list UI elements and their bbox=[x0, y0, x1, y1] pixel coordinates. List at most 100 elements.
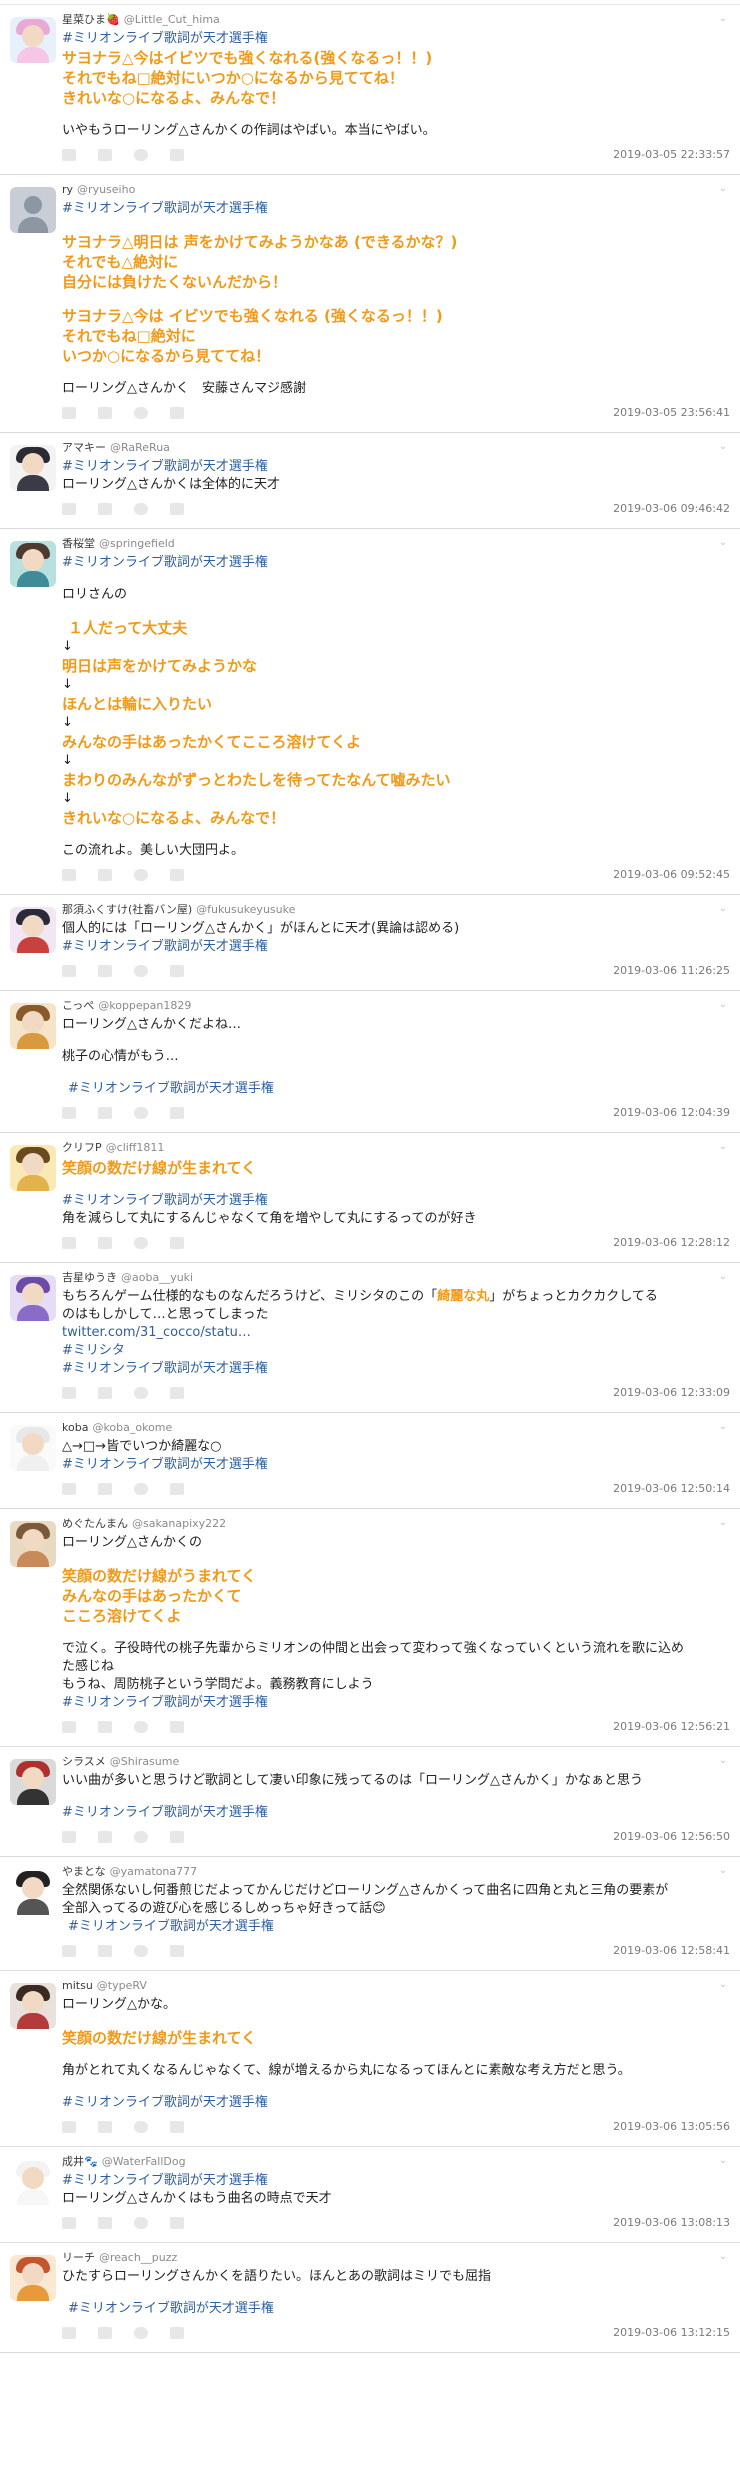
more-icon[interactable] bbox=[170, 503, 184, 515]
retweet-icon[interactable] bbox=[98, 1483, 112, 1495]
more-icon[interactable] bbox=[170, 149, 184, 161]
reply-icon[interactable] bbox=[62, 1237, 76, 1249]
user-handle[interactable]: @yamatona777 bbox=[110, 1865, 197, 1878]
chevron-down-icon[interactable]: ⌄ bbox=[716, 1755, 730, 1767]
chevron-down-icon[interactable]: ⌄ bbox=[716, 2155, 730, 2167]
user-handle[interactable]: @RaReRua bbox=[110, 441, 170, 454]
user-name[interactable]: 那須ふくすけ(社畜バン屋) bbox=[62, 903, 192, 916]
user-name[interactable]: クリフP bbox=[62, 1141, 102, 1154]
user-name[interactable]: リーチ bbox=[62, 2251, 95, 2264]
avatar[interactable] bbox=[10, 1869, 56, 1915]
user-name[interactable]: めぐたんまん bbox=[62, 1517, 128, 1530]
avatar[interactable] bbox=[10, 1983, 56, 2029]
user-handle[interactable]: @koppepan1829 bbox=[98, 999, 191, 1012]
timestamp[interactable]: 2019-03-06 12:56:21 bbox=[613, 1720, 730, 1734]
heart-icon[interactable] bbox=[134, 1387, 148, 1399]
user-handle[interactable]: @koba_okome bbox=[92, 1421, 172, 1434]
hashtag-link[interactable]: #ミリオンライブ歌詞が天才選手権 bbox=[62, 1694, 712, 1712]
avatar[interactable] bbox=[10, 1275, 56, 1321]
avatar[interactable] bbox=[10, 1425, 56, 1471]
chevron-down-icon[interactable]: ⌄ bbox=[716, 183, 730, 195]
chevron-down-icon[interactable]: ⌄ bbox=[716, 537, 730, 549]
heart-icon[interactable] bbox=[134, 149, 148, 161]
reply-icon[interactable] bbox=[62, 965, 76, 977]
hashtag-link[interactable]: #ミリオンライブ歌詞が天才選手権 bbox=[62, 554, 712, 572]
heart-icon[interactable] bbox=[134, 1831, 148, 1843]
user-name[interactable]: 吉星ゆうき bbox=[62, 1271, 117, 1284]
retweet-icon[interactable] bbox=[98, 503, 112, 515]
chevron-down-icon[interactable]: ⌄ bbox=[716, 1979, 730, 1991]
hashtag-link[interactable]: #ミリオンライブ歌詞が天才選手権 bbox=[62, 1080, 712, 1098]
timestamp[interactable]: 2019-03-06 13:12:15 bbox=[613, 2326, 730, 2340]
chevron-down-icon[interactable]: ⌄ bbox=[716, 2251, 730, 2263]
hashtag-link[interactable]: #ミリオンライブ歌詞が天才選手権 bbox=[62, 2172, 712, 2190]
user-name[interactable]: koba bbox=[62, 1421, 88, 1434]
user-name[interactable]: 香桜堂 bbox=[62, 537, 95, 550]
hashtag-link[interactable]: #ミリオンライブ歌詞が天才選手権 bbox=[62, 1192, 712, 1210]
reply-icon[interactable] bbox=[62, 503, 76, 515]
hashtag-link[interactable]: #ミリオンライブ歌詞が天才選手権 bbox=[62, 2300, 712, 2318]
user-name[interactable]: mitsu bbox=[62, 1979, 93, 1992]
timestamp[interactable]: 2019-03-06 12:56:50 bbox=[613, 1830, 730, 1844]
timestamp[interactable]: 2019-03-05 22:33:57 bbox=[613, 148, 730, 162]
hashtag-link[interactable]: #ミリオンライブ歌詞が天才選手権 bbox=[62, 938, 712, 956]
retweet-icon[interactable] bbox=[98, 1387, 112, 1399]
chevron-down-icon[interactable]: ⌄ bbox=[716, 1421, 730, 1433]
avatar[interactable] bbox=[10, 17, 56, 63]
user-handle[interactable]: @aoba__yuki bbox=[121, 1271, 193, 1284]
timestamp[interactable]: 2019-03-06 12:04:39 bbox=[613, 1106, 730, 1120]
avatar[interactable] bbox=[10, 1145, 56, 1191]
avatar[interactable] bbox=[10, 541, 56, 587]
retweet-icon[interactable] bbox=[98, 1831, 112, 1843]
reply-icon[interactable] bbox=[62, 2121, 76, 2133]
user-name[interactable]: 成井🐾 bbox=[62, 2155, 98, 2168]
timestamp[interactable]: 2019-03-06 11:26:25 bbox=[613, 964, 730, 978]
user-handle[interactable]: @springefield bbox=[99, 537, 175, 550]
user-name[interactable]: こっぺ bbox=[62, 999, 94, 1012]
hashtag-link[interactable]: #ミリオンライブ歌詞が天才選手権 bbox=[62, 2094, 712, 2112]
more-icon[interactable] bbox=[170, 2327, 184, 2339]
hashtag-link[interactable]: #ミリオンライブ歌詞が天才選手権 bbox=[62, 1804, 712, 1822]
url-link[interactable]: twitter.com/31_cocco/statu… bbox=[62, 1324, 712, 1342]
user-name[interactable]: シラスメ bbox=[62, 1755, 106, 1768]
chevron-down-icon[interactable]: ⌄ bbox=[716, 999, 730, 1011]
timestamp[interactable]: 2019-03-06 12:28:12 bbox=[613, 1236, 730, 1250]
hashtag-link[interactable]: #ミリオンライブ歌詞が天才選手権 bbox=[62, 1918, 712, 1936]
reply-icon[interactable] bbox=[62, 2217, 76, 2229]
more-icon[interactable] bbox=[170, 1387, 184, 1399]
heart-icon[interactable] bbox=[134, 965, 148, 977]
timestamp[interactable]: 2019-03-05 23:56:41 bbox=[613, 406, 730, 420]
heart-icon[interactable] bbox=[134, 407, 148, 419]
reply-icon[interactable] bbox=[62, 407, 76, 419]
retweet-icon[interactable] bbox=[98, 1107, 112, 1119]
timestamp[interactable]: 2019-03-06 12:33:09 bbox=[613, 1386, 730, 1400]
reply-icon[interactable] bbox=[62, 1387, 76, 1399]
heart-icon[interactable] bbox=[134, 1721, 148, 1733]
hashtag-link[interactable]: #ミリシタ bbox=[62, 1342, 712, 1360]
avatar[interactable] bbox=[10, 1003, 56, 1049]
reply-icon[interactable] bbox=[62, 1107, 76, 1119]
heart-icon[interactable] bbox=[134, 1107, 148, 1119]
more-icon[interactable] bbox=[170, 869, 184, 881]
chevron-down-icon[interactable]: ⌄ bbox=[716, 13, 730, 25]
user-name[interactable]: やまとな bbox=[62, 1865, 106, 1878]
retweet-icon[interactable] bbox=[98, 2217, 112, 2229]
user-handle[interactable]: @sakanapixy222 bbox=[132, 1517, 226, 1530]
more-icon[interactable] bbox=[170, 1721, 184, 1733]
heart-icon[interactable] bbox=[134, 2121, 148, 2133]
avatar[interactable] bbox=[10, 2255, 56, 2301]
more-icon[interactable] bbox=[170, 2121, 184, 2133]
reply-icon[interactable] bbox=[62, 1945, 76, 1957]
reply-icon[interactable] bbox=[62, 2327, 76, 2339]
user-handle[interactable]: @typeRV bbox=[97, 1979, 147, 1992]
more-icon[interactable] bbox=[170, 1107, 184, 1119]
heart-icon[interactable] bbox=[134, 2217, 148, 2229]
chevron-down-icon[interactable]: ⌄ bbox=[716, 903, 730, 915]
reply-icon[interactable] bbox=[62, 1483, 76, 1495]
chevron-down-icon[interactable]: ⌄ bbox=[716, 1271, 730, 1283]
chevron-down-icon[interactable]: ⌄ bbox=[716, 1517, 730, 1529]
user-handle[interactable]: @WaterFallDog bbox=[102, 2155, 186, 2168]
heart-icon[interactable] bbox=[134, 1483, 148, 1495]
heart-icon[interactable] bbox=[134, 503, 148, 515]
more-icon[interactable] bbox=[170, 1483, 184, 1495]
